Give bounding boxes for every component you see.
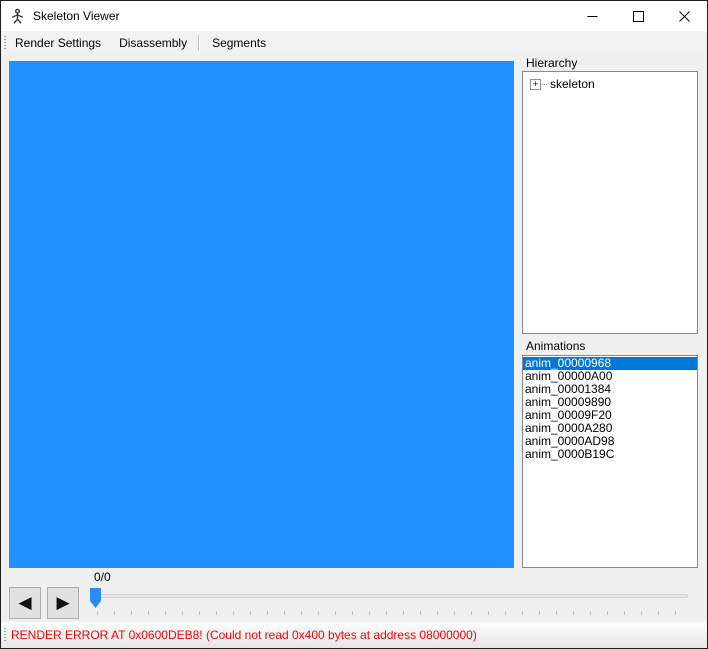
menu-disassembly[interactable]: Disassembly [110,33,196,53]
statusbar-grip [4,628,6,642]
close-icon [679,11,690,22]
next-icon: ▶ [56,593,69,613]
window-controls [569,1,707,31]
slider-ticks [97,611,689,615]
maximize-icon [633,11,644,22]
hierarchy-label: Hierarchy [526,56,577,70]
minimize-icon [587,11,598,22]
maximize-button[interactable] [615,1,661,31]
window-title: Skeleton Viewer [33,9,120,23]
render-viewport[interactable] [9,61,514,568]
menu-separator [198,35,199,50]
list-item[interactable]: anim_0000B19C [523,448,697,461]
frame-slider-track[interactable] [94,594,688,598]
title-bar: Skeleton Viewer [1,1,707,31]
tree-node-label: skeleton [550,77,595,91]
prev-frame-button[interactable]: ◀ [9,587,41,619]
hierarchy-tree[interactable]: + skeleton [522,71,698,334]
app-window: Skeleton Viewer Render Settings Disassem… [0,0,708,649]
menu-render-settings[interactable]: Render Settings [6,33,110,53]
status-error-message: RENDER ERROR AT 0x0600DEB8! (Could not r… [11,628,477,642]
animations-label: Animations [526,339,585,353]
prev-icon: ◀ [18,593,31,613]
animations-list[interactable]: anim_00000968anim_00000A00anim_00001384a… [522,355,698,568]
frame-slider-thumb[interactable] [90,588,101,608]
tree-node-skeleton[interactable]: + skeleton [530,77,697,91]
app-icon [9,8,26,25]
close-button[interactable] [661,1,707,31]
next-frame-button[interactable]: ▶ [47,587,79,619]
status-bar: RENDER ERROR AT 0x0600DEB8! (Could not r… [1,622,707,648]
tree-expander-icon[interactable]: + [530,79,541,90]
frame-counter: 0/0 [94,570,111,584]
minimize-button[interactable] [569,1,615,31]
tree-connector [542,84,547,85]
menu-segments[interactable]: Segments [203,33,275,53]
menu-bar: Render Settings Disassembly Segments [1,31,707,54]
